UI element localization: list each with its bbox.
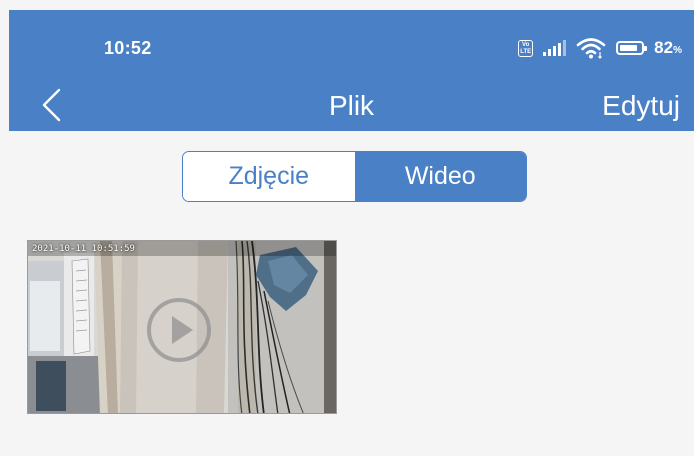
wifi-icon [576,38,606,59]
volte-icon: Vo LTE [518,39,534,57]
status-icons: Vo LTE 82% [518,37,682,59]
play-icon[interactable] [146,297,212,363]
battery-icon [616,41,648,55]
edit-button[interactable]: Edytuj [602,90,680,122]
video-timestamp: 2021-10-11 10:51:59 [32,244,135,254]
tab-video[interactable]: Wideo [354,152,526,201]
signal-icon [543,40,567,56]
page-title: Plik [328,90,375,121]
battery-percentage: 82% [654,38,682,57]
app-header: 10:52 Vo LTE 82% Plik Edytuj [9,10,694,131]
video-thumbnail[interactable]: 2021-10-11 10:51:59 [27,240,337,414]
status-time: 10:52 [104,38,152,58]
tab-photo[interactable]: Zdjęcie [183,152,355,201]
media-type-switch: Zdjęcie Wideo [182,151,527,202]
